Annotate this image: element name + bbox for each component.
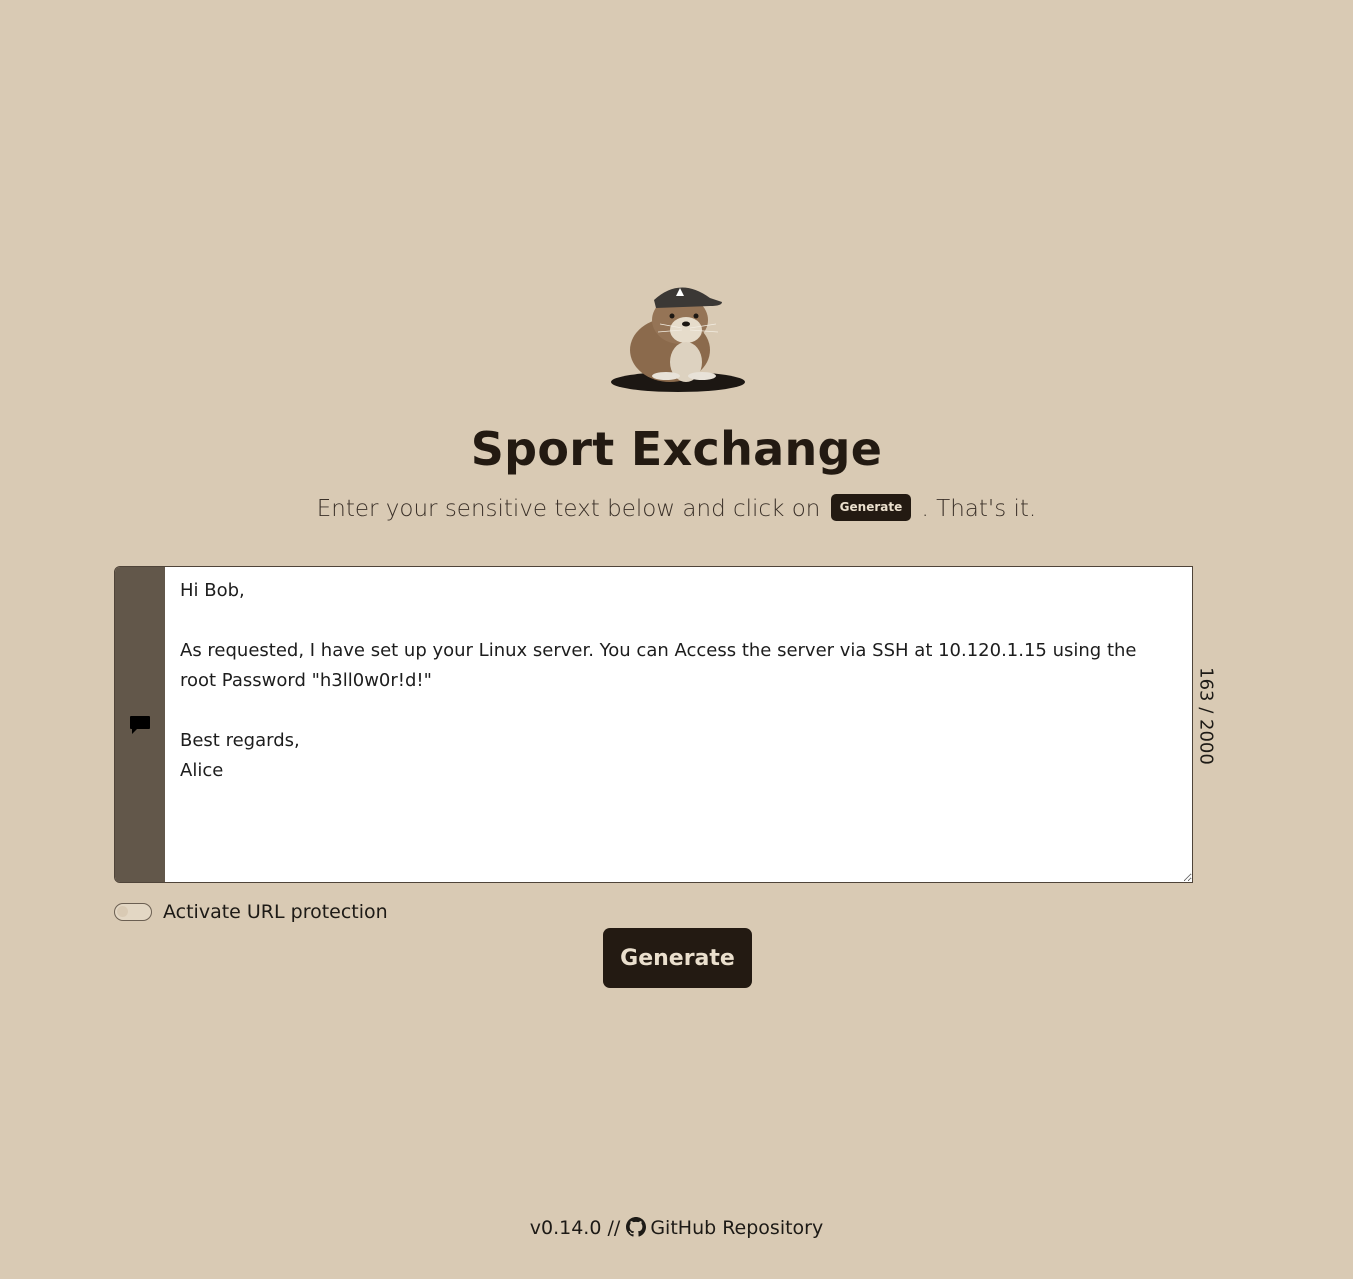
character-counter: 163 / 2000: [1195, 667, 1217, 765]
github-repository-label: GitHub Repository: [650, 1217, 824, 1239]
github-repository-link[interactable]: GitHub Repository: [626, 1217, 823, 1239]
footer: v0.14.0 // GitHub Repository: [0, 1217, 1353, 1239]
subtitle-text-after: . That's it.: [921, 496, 1037, 522]
github-icon: [626, 1217, 647, 1237]
secret-editor: Hi Bob, As requested, I have set up your…: [114, 566, 1193, 883]
message-icon: [130, 715, 150, 734]
subtitle-text-before: Enter your sensitive text below and clic…: [316, 496, 821, 522]
page: Sport Exchange Enter your sensitive text…: [0, 0, 1353, 1279]
generate-button[interactable]: Generate: [603, 928, 752, 988]
otter-logo: [611, 287, 745, 392]
url-protection-label: Activate URL protection: [163, 901, 388, 923]
generate-badge: Generate: [830, 494, 912, 521]
version-text: v0.14.0 //: [529, 1217, 621, 1239]
url-protection-toggle[interactable]: [114, 903, 152, 921]
url-protection-option: Activate URL protection: [114, 898, 388, 926]
page-subtitle: Enter your sensitive text below and clic…: [0, 492, 1353, 526]
toggle-knob: [117, 906, 128, 917]
page-title: Sport Exchange: [470, 422, 883, 476]
editor-area: Hi Bob, As requested, I have set up your…: [165, 567, 1192, 882]
secret-text-input[interactable]: Hi Bob, As requested, I have set up your…: [165, 567, 1192, 882]
editor-gutter: [115, 567, 165, 882]
